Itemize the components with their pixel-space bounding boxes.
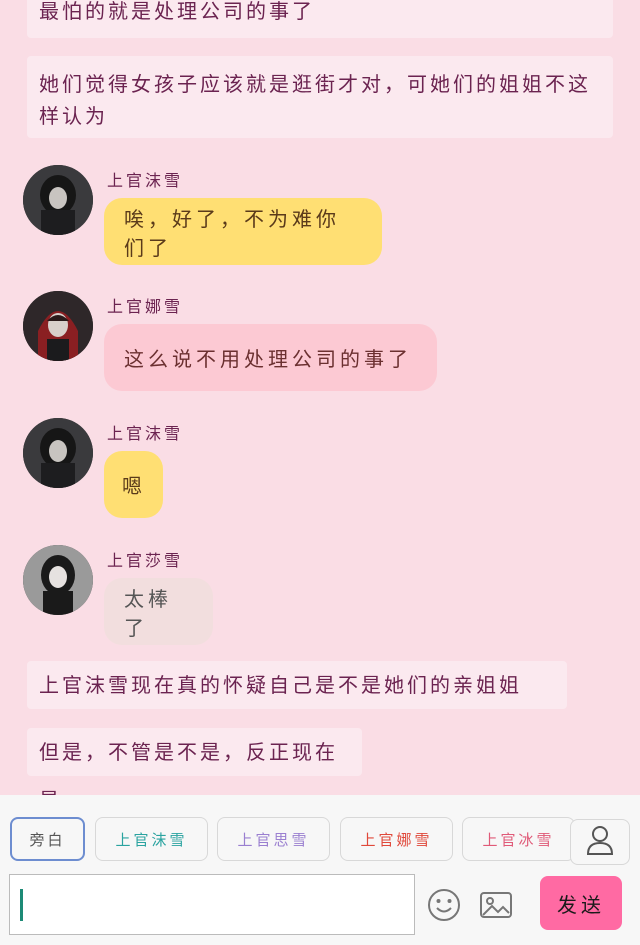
character-tabs: 旁白 上官沫雪 上官思雪 上官娜雪 上官冰雪: [0, 817, 640, 865]
message-bubble: 太棒了: [104, 578, 213, 645]
emoji-button[interactable]: [426, 887, 462, 923]
narration-message: 上官沫雪现在真的怀疑自己是不是她们的亲姐姐: [27, 661, 567, 709]
input-panel: 旁白 上官沫雪 上官思雪 上官娜雪 上官冰雪 发送: [0, 795, 640, 945]
avatar[interactable]: [23, 545, 93, 615]
user-icon: [586, 825, 614, 859]
send-button[interactable]: 发送: [540, 876, 622, 930]
message-bubble: 嗯: [104, 451, 163, 518]
narration-text: 最怕的就是处理公司的事了: [39, 0, 315, 23]
chat-area[interactable]: 最怕的就是处理公司的事了 她们觉得女孩子应该就是逛街才对，可她们的姐姐不这样认为…: [0, 0, 640, 795]
tab-character[interactable]: 上官思雪: [217, 817, 330, 861]
tab-label: 上官思雪: [237, 830, 310, 849]
tab-character[interactable]: 上官娜雪: [340, 817, 453, 861]
avatar[interactable]: [23, 418, 93, 488]
text-cursor: [20, 889, 23, 921]
message-bubble: 这么说不用处理公司的事了: [104, 324, 437, 391]
tab-label: 旁白: [29, 830, 66, 849]
narration-message: 最怕的就是处理公司的事了: [27, 0, 613, 38]
sender-name: 上官莎雪: [107, 551, 184, 570]
emoji-icon: [426, 889, 462, 927]
message-input[interactable]: [9, 874, 415, 935]
avatar[interactable]: [23, 291, 93, 361]
user-button[interactable]: [570, 819, 630, 865]
image-button[interactable]: [478, 887, 514, 923]
message-bubble: 唉，好了，不为难你们了: [104, 198, 382, 265]
sender-name: 上官沫雪: [107, 424, 184, 443]
tab-character[interactable]: 上官沫雪: [95, 817, 208, 861]
tab-label: 上官沫雪: [115, 830, 188, 849]
image-icon: [478, 892, 514, 927]
narration-text: 上官沫雪现在真的怀疑自己是不是她们的亲姐姐: [39, 673, 522, 697]
avatar[interactable]: [23, 165, 93, 235]
narration-message: 但是，不管是不是，反正现在是: [27, 728, 362, 795]
sender-name: 上官沫雪: [107, 171, 184, 190]
tab-character[interactable]: 上官冰雪: [462, 817, 575, 861]
narration-text: 但是，不管是不是，反正现在是: [39, 740, 338, 795]
tab-label: 上官冰雪: [482, 830, 555, 849]
narration-text: 她们觉得女孩子应该就是逛街才对，可她们的姐姐不这样认为: [39, 72, 591, 128]
tab-label: 上官娜雪: [360, 830, 433, 849]
narration-message: 她们觉得女孩子应该就是逛街才对，可她们的姐姐不这样认为: [27, 56, 613, 138]
sender-name: 上官娜雪: [107, 297, 184, 316]
tab-narrator[interactable]: 旁白: [10, 817, 85, 861]
